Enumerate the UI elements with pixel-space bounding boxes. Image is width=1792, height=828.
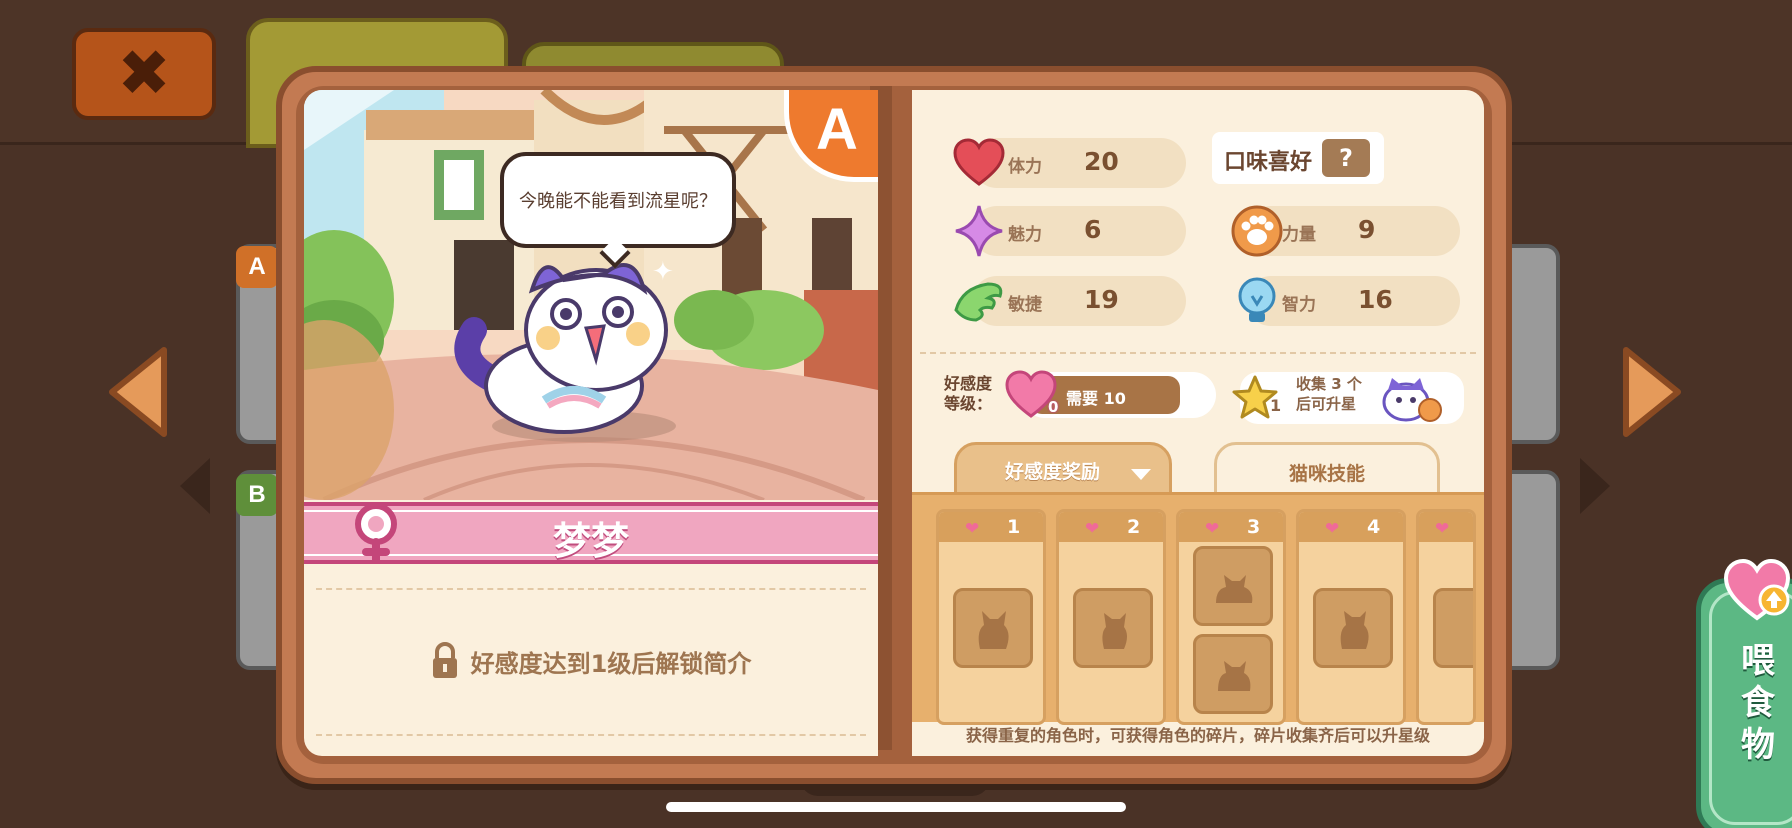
reward-slot bbox=[1073, 588, 1153, 668]
favor-level-label: 好感度等级： bbox=[944, 374, 993, 413]
reward-level: 2 bbox=[1127, 516, 1141, 538]
star-upgrade-line-1: 收集 3 个 bbox=[1296, 375, 1362, 393]
cat-silhouette-icon bbox=[1102, 613, 1127, 649]
reward-level: 4 bbox=[1367, 516, 1381, 538]
locked-intro: 好感度达到1级后解锁简介 bbox=[304, 642, 878, 680]
reward-card[interactable]: ❤ 4 bbox=[1296, 509, 1406, 725]
heart-up-icon bbox=[1723, 558, 1791, 621]
heart-icon: ❤ bbox=[1085, 519, 1100, 539]
home-indicator bbox=[666, 802, 1126, 812]
sparkle-icon bbox=[955, 205, 1003, 257]
reward-slot bbox=[1313, 588, 1393, 668]
wing-icon bbox=[954, 282, 1003, 322]
cat-silhouette-icon bbox=[978, 611, 1009, 649]
lightbulb-icon bbox=[1238, 277, 1276, 322]
stat-label: 力量 bbox=[1282, 225, 1316, 245]
locked-intro-text: 好感度达到1级后解锁简介 bbox=[470, 649, 752, 678]
reward-slot bbox=[1193, 634, 1273, 714]
speech-bubble: 今晚能不能看到流星呢？ bbox=[500, 152, 736, 248]
stat-label: 魅力 bbox=[1008, 225, 1042, 245]
heart-icon: ❤ bbox=[1205, 519, 1220, 539]
character-stats-page: 体力 20 口味喜好 ? 魅力 6 力量 9 敏捷 19 智力 16 好感度等级… bbox=[912, 90, 1484, 756]
divider bbox=[920, 352, 1476, 354]
character-name: 梦梦 bbox=[552, 519, 629, 563]
cat-silhouette-icon bbox=[1340, 611, 1369, 649]
heart-icon: ❤ bbox=[1325, 519, 1340, 539]
stat-label: 智力 bbox=[1282, 295, 1316, 315]
star-count: 1 bbox=[1270, 396, 1282, 415]
dropdown-caret-icon bbox=[1131, 469, 1151, 480]
stat-value: 6 bbox=[1084, 215, 1102, 244]
stat-label: 敏捷 bbox=[1008, 295, 1042, 315]
star-upgrade-text: 收集 3 个 后可升星 bbox=[1296, 374, 1362, 414]
svg-text:✦: ✦ bbox=[652, 257, 674, 287]
cat-shard-icon bbox=[1382, 378, 1442, 422]
shard-footnote: 获得重复的角色时，可获得角色的碎片，碎片收集齐后可以升星级 bbox=[965, 726, 1430, 745]
reward-card[interactable]: ❤ 3 bbox=[1176, 509, 1286, 725]
prev-arrow-icon[interactable] bbox=[104, 344, 170, 440]
star-upgrade-line-2: 后可升星 bbox=[1296, 395, 1357, 413]
tab-label: 猫咪技能 bbox=[1288, 463, 1365, 485]
stat-value: 9 bbox=[1358, 215, 1376, 244]
taste-unknown-button[interactable]: ? bbox=[1322, 139, 1370, 177]
divider bbox=[316, 588, 866, 590]
reward-card[interactable]: ❤ 2 bbox=[1056, 509, 1166, 725]
reward-card[interactable]: ❤ 1 bbox=[936, 509, 1046, 725]
tab-cat-skills[interactable]: 猫咪技能 bbox=[1214, 442, 1440, 498]
reward-slot bbox=[1433, 588, 1473, 668]
next-page-icon[interactable] bbox=[1578, 456, 1614, 516]
character-portrait-page: ✦ A 今晚能不能看到流星呢？ 梦梦 好感度达到1级后解锁简介 bbox=[304, 90, 878, 756]
stat-value: 16 bbox=[1358, 285, 1393, 314]
taste-preference[interactable]: 口味喜好 ? bbox=[1212, 132, 1384, 184]
reward-slot bbox=[953, 588, 1033, 668]
close-button[interactable]: ✖ bbox=[72, 28, 216, 120]
heart-icon: ❤ bbox=[965, 519, 980, 539]
favor-level-value: 0 bbox=[1048, 398, 1059, 416]
stat-value: 19 bbox=[1084, 285, 1119, 314]
background-badge-a: A bbox=[236, 246, 278, 288]
cat-silhouette-icon bbox=[1216, 575, 1253, 603]
feed-food-label: 喂食物 bbox=[1741, 641, 1775, 765]
tab-label: 好感度奖励 bbox=[1005, 461, 1101, 483]
paw-icon bbox=[1231, 205, 1283, 257]
rank-letter: A bbox=[816, 97, 858, 162]
close-icon: ✖ bbox=[117, 37, 171, 111]
reward-slot bbox=[1193, 546, 1273, 626]
lock-icon bbox=[432, 642, 457, 678]
background-badge-b: B bbox=[236, 474, 278, 516]
tab-favor-rewards[interactable]: 好感度奖励 bbox=[954, 442, 1172, 498]
stat-value: 20 bbox=[1084, 147, 1119, 176]
stat-label: 体力 bbox=[1008, 157, 1042, 177]
reward-list: ❤ 1 ❤ 2 ❤ 3 ❤ 4 ❤ bbox=[912, 492, 1484, 725]
heart-icon bbox=[953, 138, 1005, 186]
taste-label: 口味喜好 bbox=[1224, 150, 1313, 175]
cat-silhouette-icon bbox=[1218, 661, 1251, 691]
heart-icon: ❤ bbox=[1435, 519, 1450, 539]
divider bbox=[316, 734, 866, 736]
prev-page-icon[interactable] bbox=[178, 456, 214, 516]
favor-need-text: 需要 10 bbox=[1066, 389, 1126, 408]
reward-level: 3 bbox=[1247, 516, 1261, 538]
next-arrow-icon[interactable] bbox=[1620, 344, 1686, 440]
reward-card[interactable]: ❤ bbox=[1416, 509, 1476, 725]
reward-level: 1 bbox=[1007, 516, 1021, 538]
